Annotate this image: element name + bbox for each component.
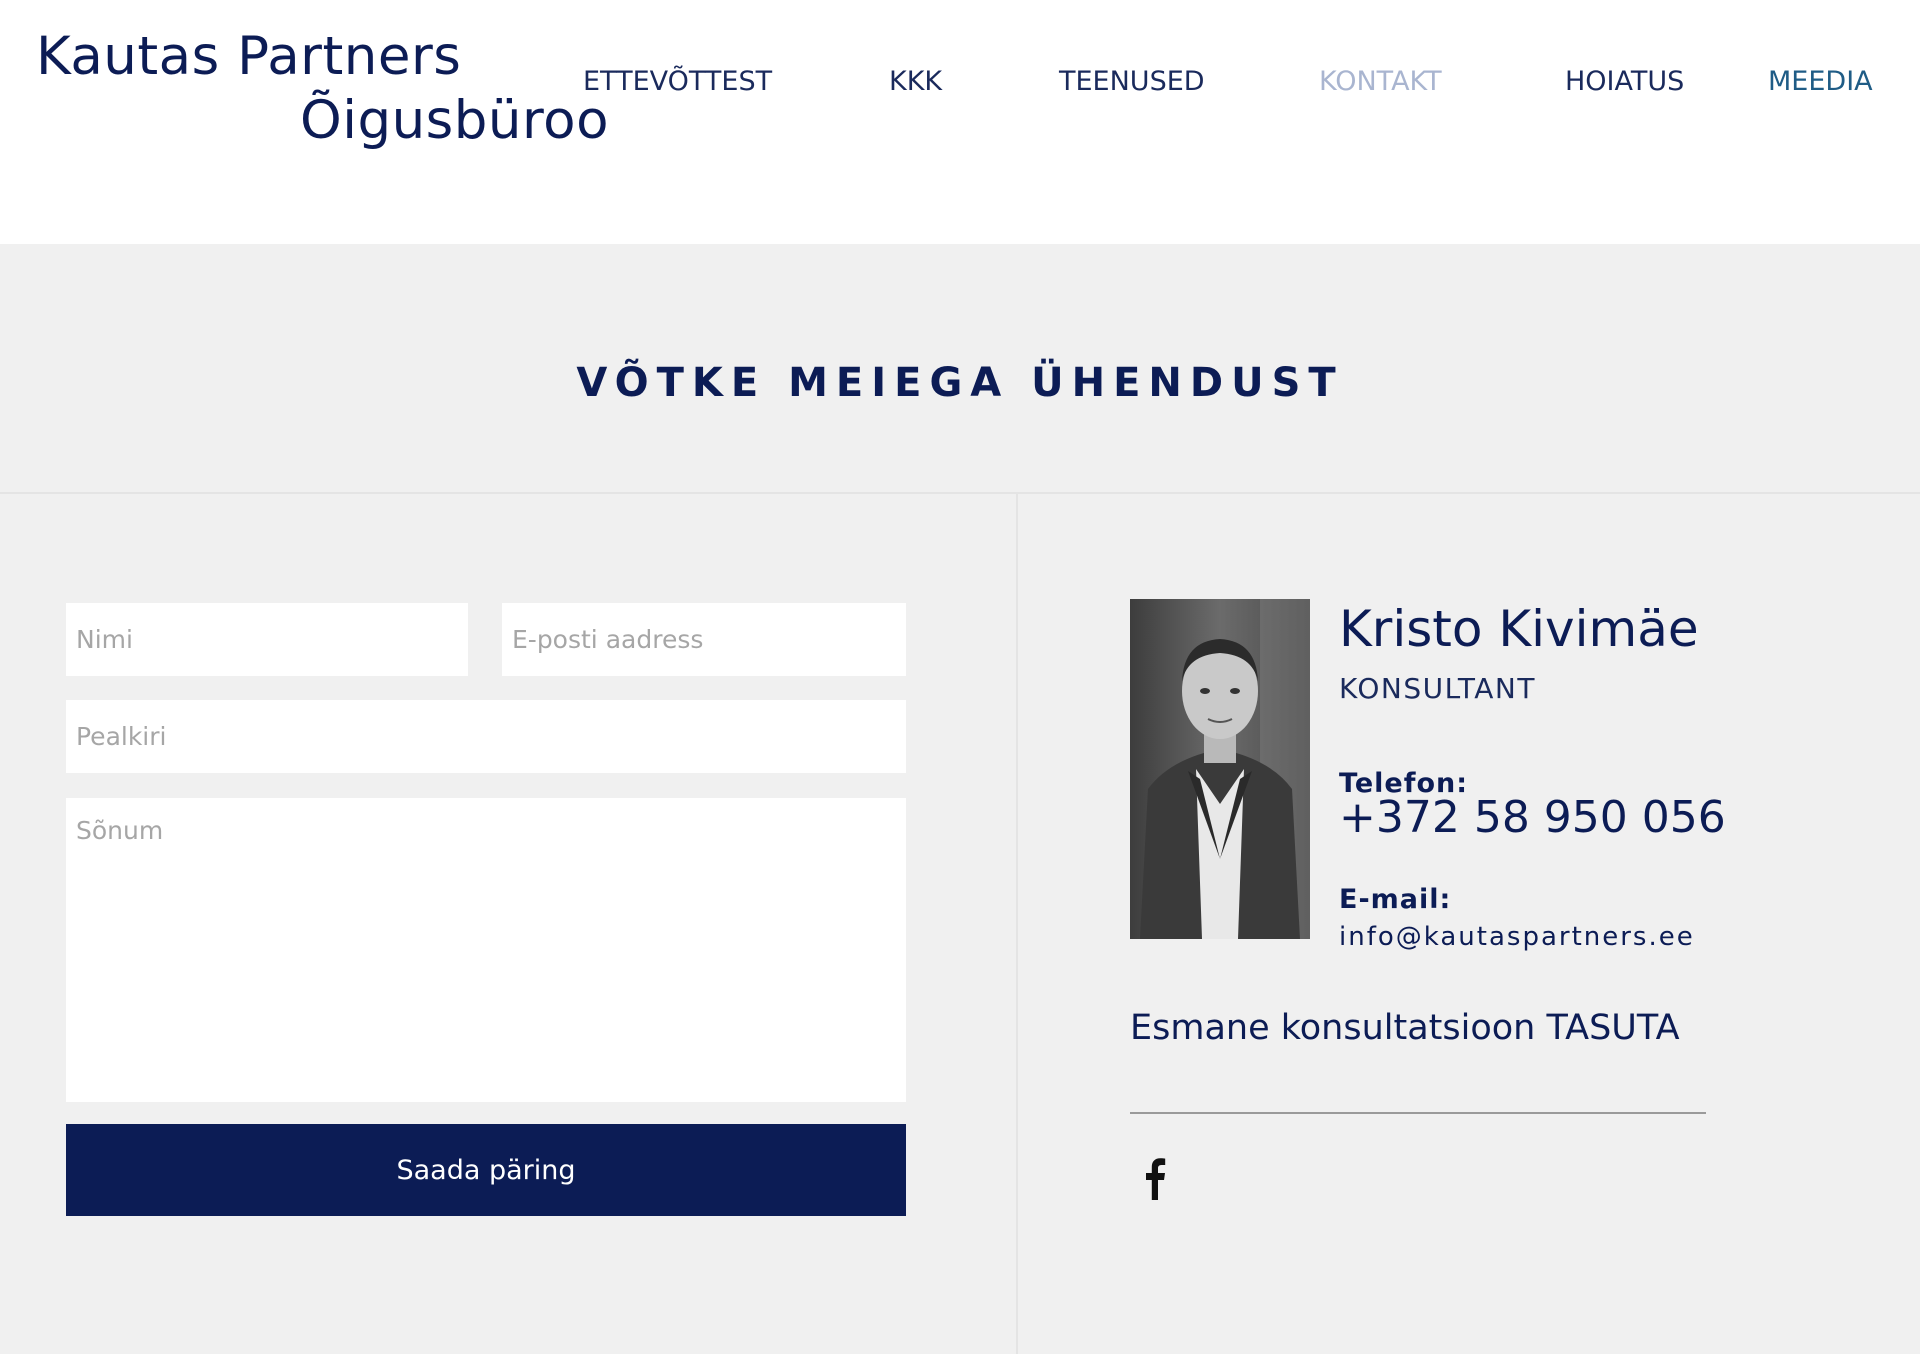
section-title: VÕTKE MEIEGA ÜHENDUST <box>576 360 1344 406</box>
facebook-link[interactable] <box>1136 1156 1172 1200</box>
name-input[interactable] <box>66 603 468 676</box>
card-divider <box>1130 1112 1706 1114</box>
message-textarea[interactable] <box>66 798 906 1102</box>
submit-button[interactable]: Saada päring <box>66 1124 906 1216</box>
nav-item-teenused[interactable]: TEENUSED <box>1059 66 1205 97</box>
nav-item-kkk[interactable]: KKK <box>889 66 942 97</box>
facebook-icon <box>1146 1158 1166 1200</box>
consultant-name: Kristo Kivimäe <box>1339 600 1699 658</box>
nav-item-meedia[interactable]: MEEDIA <box>1768 66 1873 97</box>
vertical-divider <box>1016 492 1018 1354</box>
nav-item-kontakt[interactable]: KONTAKT <box>1319 66 1442 97</box>
site-header: Kautas Partners Õigusbüroo ETTEVÕTTEST K… <box>0 0 1920 244</box>
consultant-role: KONSULTANT <box>1339 672 1536 705</box>
main-navigation: ETTEVÕTTEST KKK TEENUSED KONTAKT HOIATUS… <box>0 66 1920 106</box>
subject-input[interactable] <box>66 700 906 773</box>
nav-item-hoiatus[interactable]: HOIATUS <box>1565 66 1684 97</box>
free-consultation-note: Esmane konsultatsioon TASUTA <box>1130 1008 1680 1048</box>
email-link[interactable]: info@kautaspartners.ee <box>1339 922 1695 952</box>
phone-link[interactable]: +372 58 950 056 <box>1339 792 1726 843</box>
consultant-photo <box>1130 599 1310 939</box>
email-label: E-mail: <box>1339 884 1452 915</box>
email-input[interactable] <box>502 603 906 676</box>
horizontal-divider <box>0 492 1920 494</box>
nav-item-ettevottest[interactable]: ETTEVÕTTEST <box>583 66 772 97</box>
